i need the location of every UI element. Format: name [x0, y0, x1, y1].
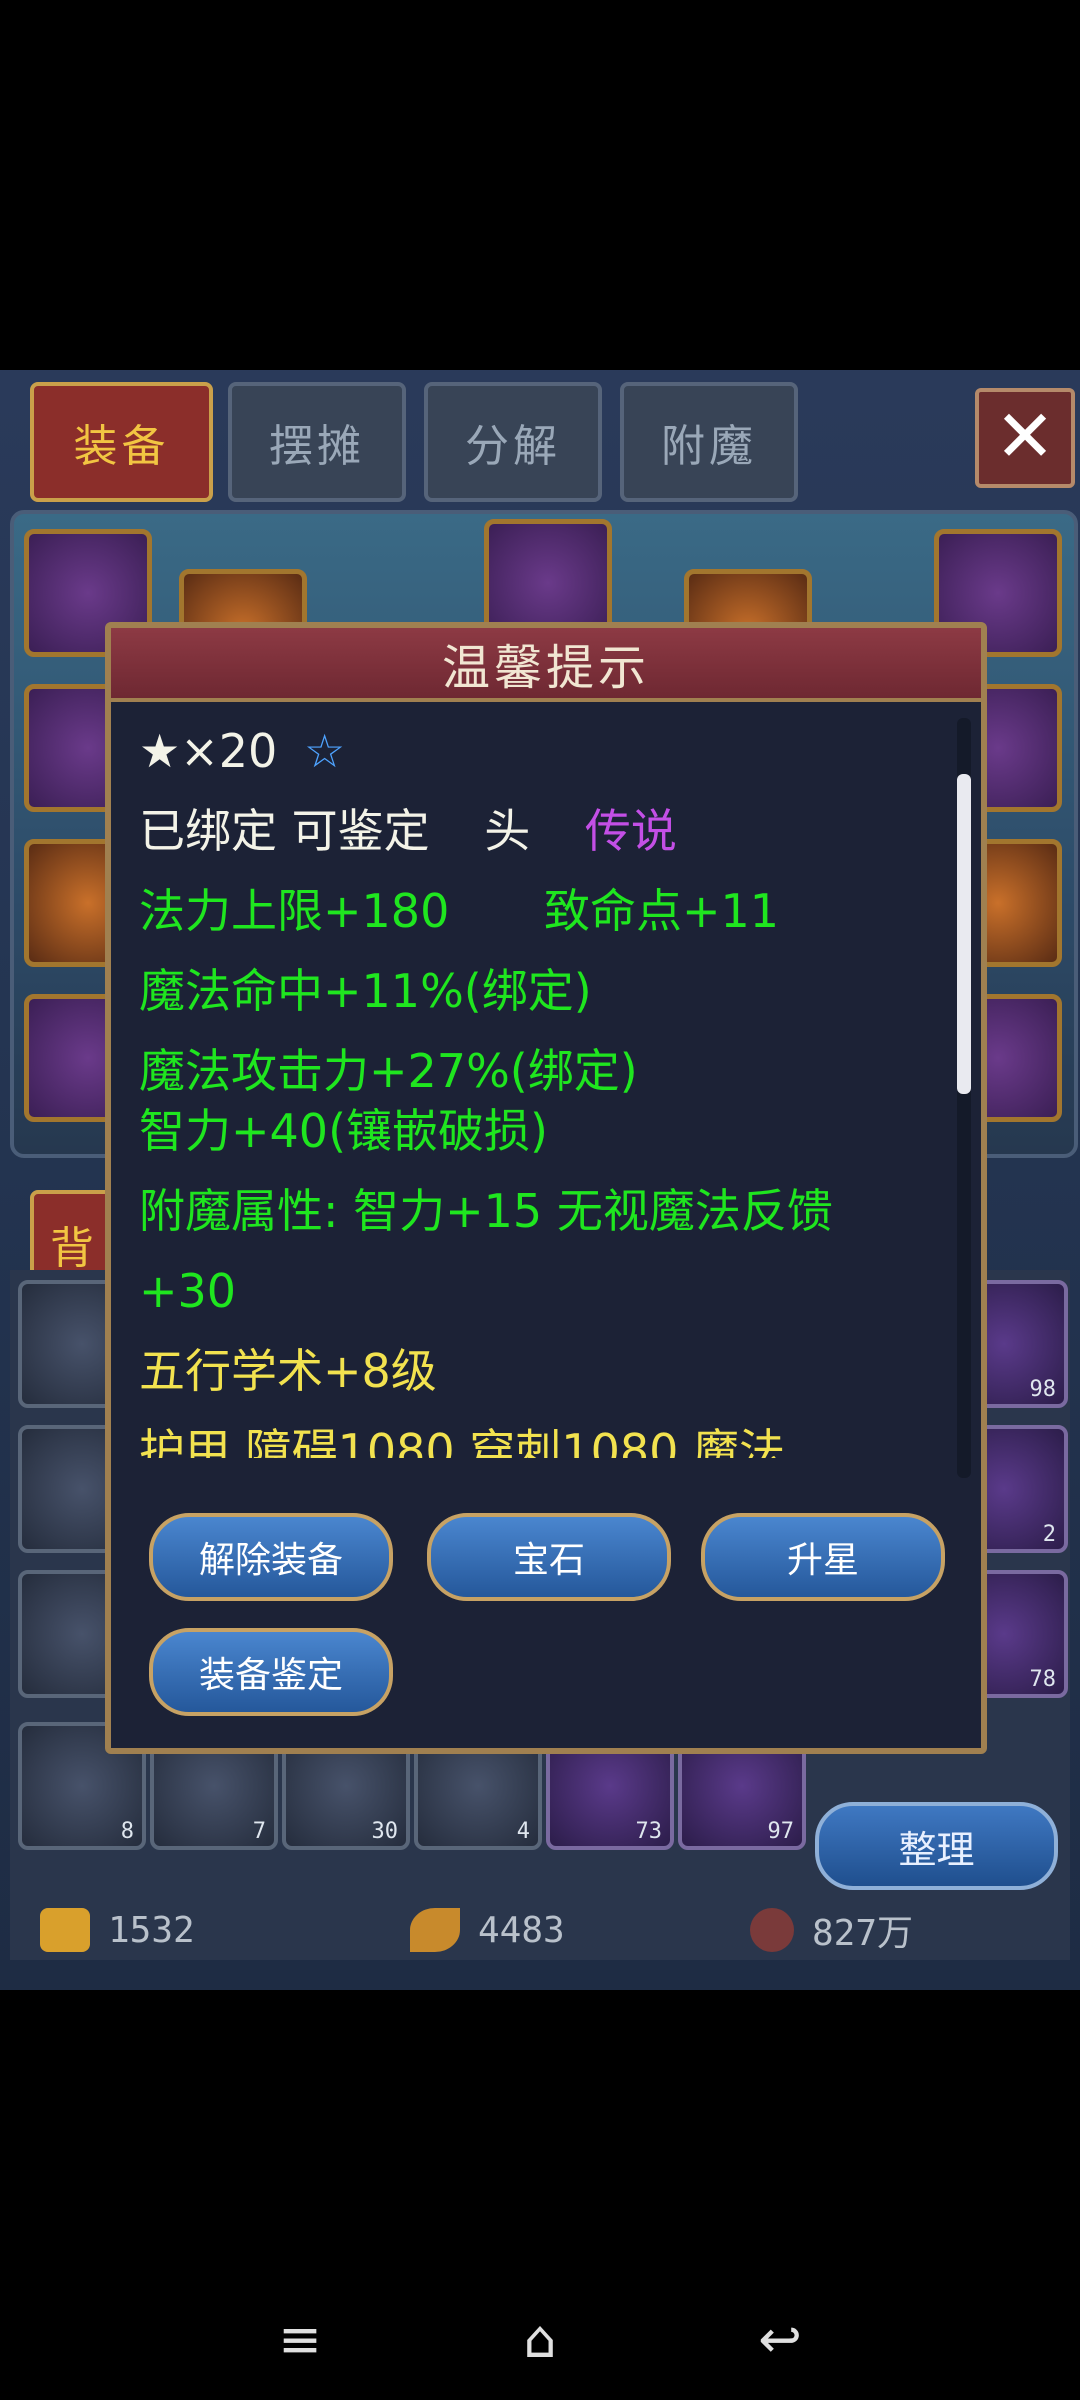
tab-equip[interactable]: 装备: [30, 382, 213, 502]
bind-status: 已绑定 可鉴定: [139, 804, 430, 858]
gold-currency: 1532: [40, 1900, 195, 1960]
item-quantity: 98: [1029, 1377, 1057, 1402]
coin-amount: 827万: [812, 1913, 914, 1954]
slot-name: 头: [484, 804, 531, 858]
scroll-thumb[interactable]: [957, 774, 971, 1094]
gem-button[interactable]: 宝石: [427, 1513, 671, 1601]
crit-stat: 致命点+11: [543, 884, 780, 938]
menu-icon[interactable]: ≡: [270, 2310, 330, 2370]
stat-line-wuxing: 五行学术+8级: [139, 1344, 437, 1398]
rarity-label: 传说: [584, 804, 677, 858]
stat-line-enchant: 附魔属性: 智力+15 无视魔法反馈: [139, 1184, 833, 1238]
gold-bar-icon: [40, 1908, 90, 1952]
item-quantity: 8: [120, 1819, 134, 1844]
leaf-amount: 4483: [478, 1909, 565, 1951]
home-icon[interactable]: ⌂: [510, 2310, 570, 2370]
item-detail-content: ★×20 ☆ 已绑定 可鉴定 头 传说 法力上限+180 致命点+11 魔法命中…: [139, 728, 939, 1108]
item-quantity: 2: [1042, 1522, 1056, 1547]
leaf-currency: 4483: [410, 1900, 565, 1960]
unequip-button[interactable]: 解除装备: [149, 1513, 393, 1601]
leaf-icon: [410, 1908, 460, 1952]
item-quantity: 7: [252, 1819, 266, 1844]
item-quantity: 30: [371, 1819, 399, 1844]
appraise-button[interactable]: 装备鉴定: [149, 1628, 393, 1716]
item-quantity: 4: [516, 1819, 530, 1844]
mana-stat: 法力上限+180: [139, 884, 450, 938]
item-status-line: 已绑定 可鉴定 头 传说: [139, 808, 677, 854]
system-nav-bar: ≡ ⌂ ↩: [0, 2280, 1080, 2400]
stat-line-cut: 护甲 障碍1080 穿刺1080 魔法: [139, 1428, 785, 1458]
stat-line-hit: 魔法命中+11%(绑定): [139, 964, 592, 1018]
scrollbar[interactable]: [957, 718, 971, 1478]
tab-enchant[interactable]: 附魔: [620, 382, 798, 502]
item-quantity: 97: [767, 1819, 795, 1844]
star-count-text: ★×20: [139, 728, 278, 778]
item-quantity: 78: [1029, 1667, 1057, 1692]
stat-line-attack: 魔法攻击力+27%(绑定): [139, 1044, 638, 1098]
upstar-button[interactable]: 升星: [701, 1513, 945, 1601]
star-count: ★×20 ☆: [139, 728, 345, 774]
tab-decompose[interactable]: 分解: [424, 382, 602, 502]
tab-stall[interactable]: 摆摊: [228, 382, 406, 502]
tip-dialog: 温馨提示 ★×20 ☆ 已绑定 可鉴定 头 传说 法力上限+180 致命点+11…: [105, 622, 987, 1754]
gold-amount: 1532: [108, 1909, 195, 1951]
item-quantity: 73: [635, 1819, 663, 1844]
coin-currency: 827万: [750, 1900, 913, 1960]
star-outline-icon: ☆: [303, 728, 346, 778]
back-icon[interactable]: ↩: [750, 2310, 810, 2370]
item-detail-content-lower: 智力+40(镶嵌破损) 附魔属性: 智力+15 无视魔法反馈 +30 五行学术+…: [139, 1108, 939, 1488]
close-button[interactable]: ✕: [975, 388, 1075, 488]
stat-line-mana: 法力上限+180 致命点+11: [139, 888, 779, 934]
dialog-title: 温馨提示: [111, 628, 981, 702]
sort-button[interactable]: 整理: [815, 1802, 1058, 1890]
stat-line-enchant-2: +30: [139, 1264, 237, 1318]
stat-line-int: 智力+40(镶嵌破损): [139, 1108, 548, 1158]
coin-icon: [750, 1908, 794, 1952]
